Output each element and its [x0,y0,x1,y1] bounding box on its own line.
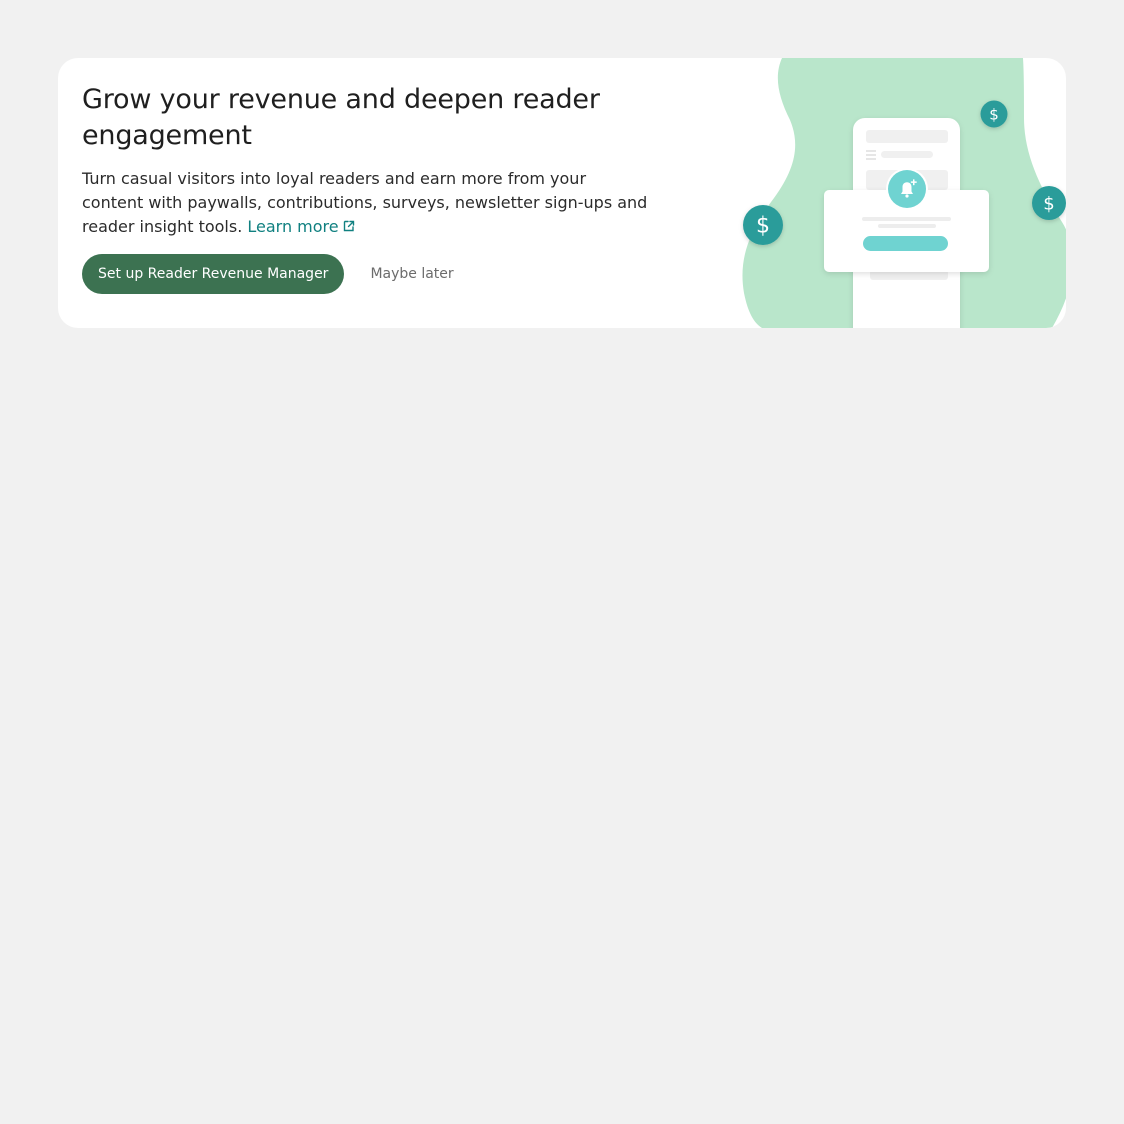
banner-description-text: Turn casual visitors into loyal readers … [82,169,648,236]
svg-text:$: $ [756,214,770,239]
dialog-accent-bar [863,236,948,251]
maybe-later-button[interactable]: Maybe later [354,254,469,294]
reader-revenue-illustration: $ $ $ [742,58,1066,328]
banner-description: Turn casual visitors into loyal readers … [82,167,652,239]
learn-more-link[interactable]: Learn more [247,217,355,236]
banner-actions: Set up Reader Revenue Manager Maybe late… [82,254,470,294]
svg-text:$: $ [1043,194,1054,215]
dollar-coin-icon: $ [980,100,1008,128]
learn-more-label: Learn more [247,217,339,236]
external-link-icon [343,220,354,232]
banner-title: Grow your revenue and deepen reader enga… [82,84,600,151]
reader-revenue-banner: Grow your revenue and deepen reader enga… [58,58,1066,328]
banner-content: Grow your revenue and deepen reader enga… [82,82,652,239]
svg-text:$: $ [989,106,999,124]
setup-reader-revenue-manager-button[interactable]: Set up Reader Revenue Manager [82,254,345,294]
dollar-coin-icon: $ [743,205,783,245]
dollar-coin-icon: $ [1032,186,1066,220]
